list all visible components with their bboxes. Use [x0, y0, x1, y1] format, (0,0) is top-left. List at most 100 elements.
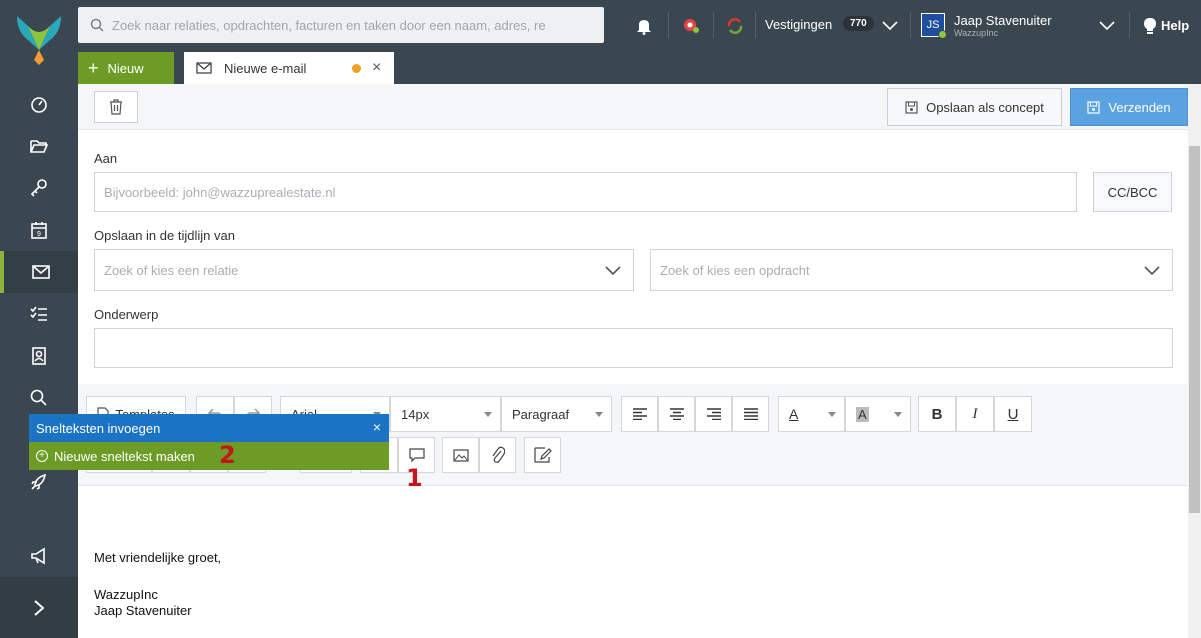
- svg-text:9: 9: [37, 231, 41, 238]
- help-bulb[interactable]: [1138, 14, 1162, 38]
- tab-bar: + Nieuw Nieuwe e-mail ×: [78, 52, 1201, 84]
- sidebar-item-folders[interactable]: [0, 125, 78, 167]
- bell-icon: [637, 20, 651, 35]
- branches-label[interactable]: Vestigingen: [765, 17, 832, 32]
- subject-label: Onderwerp: [94, 307, 159, 322]
- chevron-right-icon: [34, 599, 45, 616]
- sidebar-item-keys[interactable]: [0, 167, 78, 209]
- sidebar-item-announcements[interactable]: [0, 535, 78, 577]
- sidebar-item-calendar[interactable]: 9: [0, 209, 78, 251]
- speech-bubble-icon: [408, 448, 425, 463]
- branches-count-badge: 770: [843, 16, 874, 31]
- folder-open-icon: [30, 140, 49, 153]
- search-icon: [30, 389, 47, 406]
- subject-input[interactable]: [104, 340, 1172, 356]
- sidebar-item-mail[interactable]: [0, 251, 78, 293]
- attachment-button[interactable]: [479, 437, 516, 473]
- align-right-icon: [706, 408, 721, 420]
- contact-book-icon: [32, 347, 46, 365]
- rocket-icon: [31, 473, 47, 490]
- relation-input[interactable]: [104, 262, 633, 278]
- sidebar-item-tasks[interactable]: [0, 293, 78, 335]
- scrollbar-thumb[interactable]: [1189, 146, 1200, 513]
- save-icon: [1087, 100, 1101, 114]
- new-snippet-button[interactable]: + Nieuwe sneltekst maken: [29, 442, 389, 470]
- new-button[interactable]: + Nieuw: [78, 52, 174, 84]
- align-center-button[interactable]: [658, 396, 695, 432]
- cc-bcc-button[interactable]: CC/BCC: [1093, 172, 1172, 212]
- block-format-value: Paragraaf: [512, 406, 570, 422]
- sidebar-item-contacts[interactable]: [0, 335, 78, 377]
- send-button[interactable]: Verzenden: [1070, 88, 1188, 126]
- new-button-label: Nieuw: [107, 60, 144, 76]
- underline-button[interactable]: U: [994, 396, 1032, 432]
- signature-icon: [533, 447, 552, 463]
- calendar-icon: 9: [31, 222, 47, 239]
- global-search[interactable]: [78, 7, 604, 43]
- search-input[interactable]: [112, 17, 572, 33]
- delete-button[interactable]: [94, 91, 138, 123]
- top-bar: Vestigingen 770 JS Jaap Stavenuiter Wazz…: [78, 0, 1201, 52]
- assignment-input[interactable]: [660, 262, 1172, 278]
- tab-label: Nieuwe e-mail: [224, 60, 307, 76]
- email-body-editor[interactable]: Met vriendelijke groet, WazzupInc Jaap S…: [94, 550, 221, 619]
- paperclip-icon: [492, 446, 505, 463]
- to-input[interactable]: [104, 184, 1076, 200]
- font-size-select[interactable]: 14px: [390, 396, 501, 432]
- email-composer: Opslaan als concept Verzenden Aan CC/BCC…: [78, 84, 1201, 638]
- plus-circle-icon: +: [36, 450, 48, 462]
- bold-button[interactable]: B: [918, 396, 956, 432]
- relation-select[interactable]: [94, 249, 634, 291]
- background-color-select[interactable]: A: [845, 396, 911, 432]
- signature-button[interactable]: [524, 437, 561, 473]
- align-left-icon: [632, 408, 647, 420]
- align-justify-icon: [743, 408, 758, 420]
- sidebar-expand-button[interactable]: [0, 577, 78, 638]
- sync-button[interactable]: [723, 14, 747, 38]
- tab-new-email[interactable]: Nieuwe e-mail ×: [184, 52, 394, 84]
- app-logo[interactable]: [14, 10, 64, 66]
- user-name[interactable]: Jaap Stavenuiter: [954, 13, 1052, 28]
- annotation-marker-1: 1: [406, 464, 423, 492]
- body-greeting: Met vriendelijke groet,: [94, 550, 222, 565]
- close-tab-icon[interactable]: ×: [372, 59, 381, 77]
- body-signature-name: Jaap Stavenuiter: [94, 603, 192, 618]
- save-draft-label: Opslaan als concept: [926, 99, 1044, 115]
- subject-field[interactable]: [94, 328, 1173, 368]
- background-color-icon: A: [856, 406, 869, 422]
- sidebar-item-dashboard[interactable]: [0, 83, 78, 125]
- sidebar: 9: [0, 0, 78, 638]
- chevron-down-icon: [1144, 266, 1160, 276]
- key-icon: [30, 179, 47, 197]
- notifications-button[interactable]: [632, 14, 656, 38]
- chevron-down-icon: [1099, 21, 1115, 31]
- send-label: Verzenden: [1108, 99, 1171, 115]
- align-right-button[interactable]: [695, 396, 732, 432]
- timeline-label: Opslaan in de tijdlijn van: [94, 228, 235, 243]
- sidebar-item-search[interactable]: [0, 377, 78, 419]
- funda-button[interactable]: [679, 14, 703, 38]
- sync-icon: [727, 18, 743, 34]
- chevron-down-icon: [605, 266, 621, 276]
- branches-dropdown[interactable]: [878, 14, 902, 38]
- user-menu-dropdown[interactable]: [1095, 14, 1119, 38]
- online-status-dot: [938, 30, 947, 39]
- image-icon: [452, 448, 469, 462]
- align-left-button[interactable]: [621, 396, 658, 432]
- trash-icon: [110, 99, 122, 115]
- save-draft-button[interactable]: Opslaan als concept: [887, 88, 1062, 126]
- funda-icon: [684, 19, 699, 33]
- insert-image-button[interactable]: [442, 437, 479, 473]
- plus-icon: +: [88, 58, 99, 78]
- search-icon: [90, 18, 104, 32]
- close-icon[interactable]: ×: [373, 419, 381, 435]
- align-center-icon: [669, 408, 684, 420]
- text-color-select[interactable]: A: [778, 396, 845, 432]
- italic-button[interactable]: I: [956, 396, 994, 432]
- assignment-select[interactable]: [650, 249, 1173, 291]
- align-justify-button[interactable]: [732, 396, 769, 432]
- block-format-select[interactable]: Paragraaf: [501, 396, 612, 432]
- to-field[interactable]: [94, 172, 1077, 212]
- lightbulb-icon: [1144, 18, 1156, 34]
- help-link[interactable]: Help: [1161, 18, 1189, 33]
